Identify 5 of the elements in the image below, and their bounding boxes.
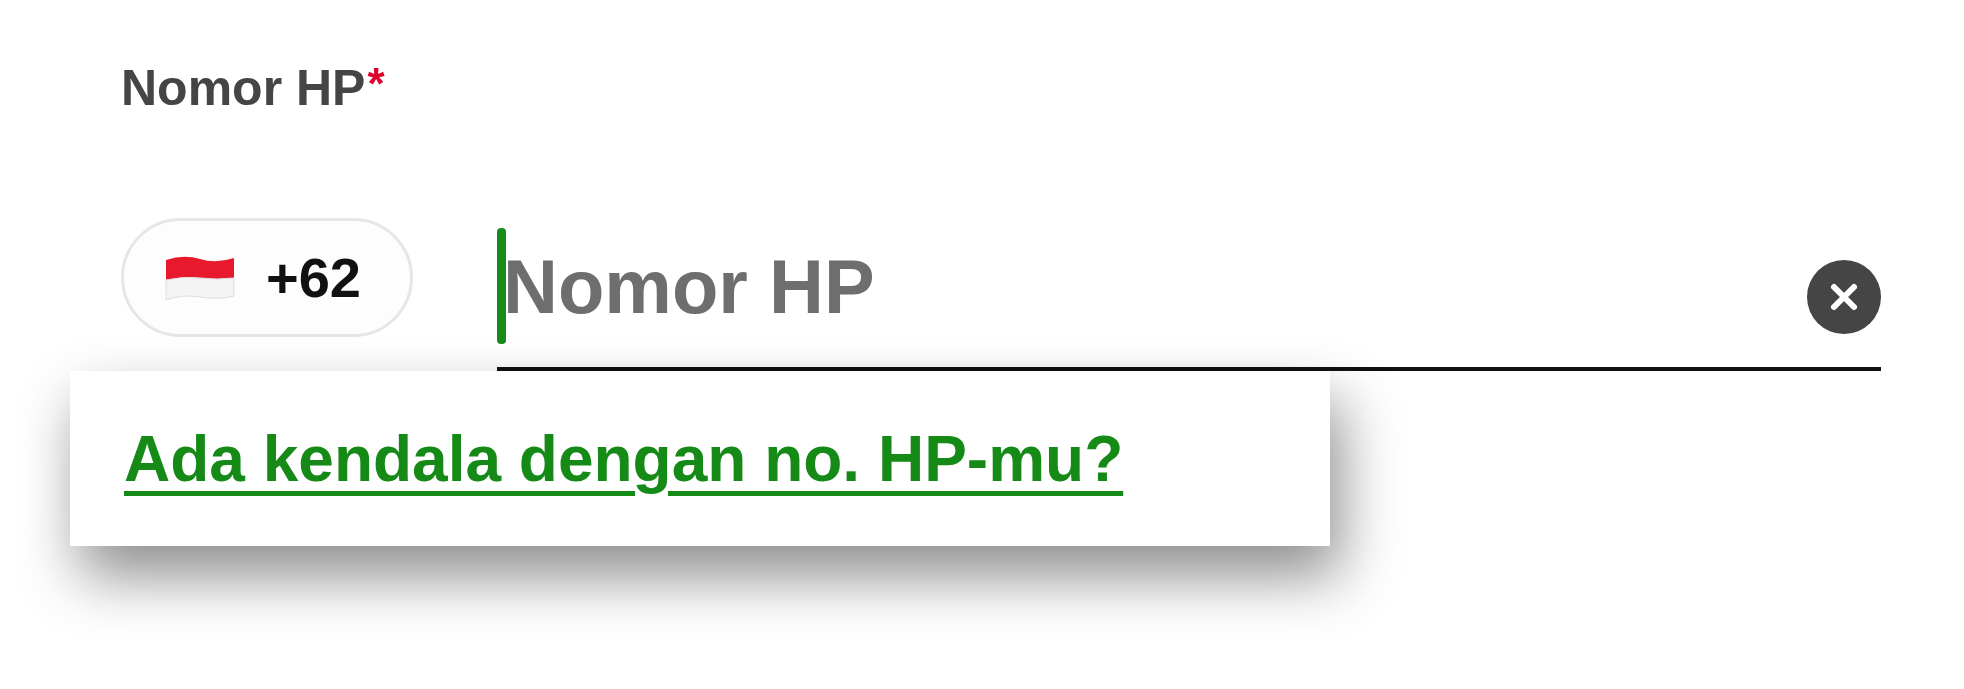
country-code-button[interactable]: +62 bbox=[121, 218, 413, 337]
close-icon bbox=[1829, 282, 1859, 312]
help-link[interactable]: Ada kendala dengan no. HP-mu? bbox=[124, 421, 1124, 496]
required-mark: * bbox=[367, 58, 385, 110]
field-label: Nomor HP bbox=[121, 59, 366, 118]
